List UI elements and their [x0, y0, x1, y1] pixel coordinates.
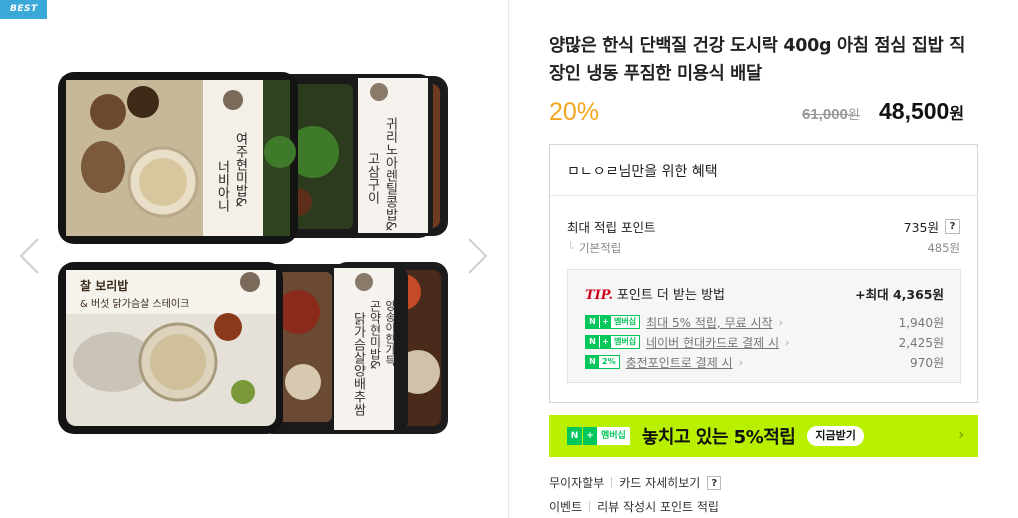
original-price: 61,000원 — [802, 104, 860, 123]
max-points-label: 최대 적립 포인트 — [567, 220, 656, 235]
tip-row: N + 멤버십 네이버 현대카드로 결제 시 › 2,425원 — [585, 334, 944, 350]
discount-rate: 20% — [549, 98, 600, 126]
tip-row: N 2% 충전포인트로 결제 시 › 970원 — [585, 354, 944, 370]
best-badge: BEST — [0, 0, 47, 19]
tip-text: 포인트 더 받는 방법 — [616, 288, 725, 303]
sale-price: 48,500원 — [879, 98, 964, 125]
naver-pay-point-badge: N 2% — [585, 355, 620, 369]
chevron-left-icon — [19, 238, 39, 274]
base-points-label: 기본적립 — [578, 241, 622, 255]
divider — [611, 477, 613, 488]
box1-side-label-2: 너비아니 — [215, 160, 230, 212]
divider — [589, 501, 591, 512]
base-points-value: 485원 — [927, 241, 960, 255]
tip-heading: TIP. 포인트 더 받는 방법 — [585, 284, 725, 303]
tip-value: 1,940원 — [898, 316, 944, 330]
event-link[interactable]: 이벤트 — [549, 498, 582, 515]
box4-side-label-1: 곤약현미밥& — [368, 300, 382, 369]
installment-link[interactable]: 무이자할부 — [549, 474, 604, 491]
box4-side-label-2: 닭가슴살양배추쌈 — [351, 312, 366, 416]
card-detail-link[interactable]: 카드 자세히보기 — [619, 474, 700, 491]
sale-price-unit: 원 — [949, 106, 965, 123]
tip-link[interactable]: 충전포인트로 결제 시 — [626, 354, 733, 371]
product-title: 양많은 한식 단백질 건강 도시락 400g 아침 점심 집밥 직장인 냉동 푸… — [549, 36, 965, 84]
chevron-right-icon: › — [958, 427, 964, 443]
box2-side-label-2: 고삼구이 — [365, 152, 380, 204]
tip-prefix: TIP. — [585, 288, 613, 303]
chevron-right-icon: › — [778, 315, 783, 329]
next-image-button[interactable] — [463, 236, 493, 276]
max-points-row: 최대 적립 포인트 735원 ? — [567, 217, 960, 236]
payment-links: 무이자할부 카드 자세히보기 ? — [549, 474, 722, 491]
product-info: 양많은 한식 단백질 건강 도시락 400g 아침 점심 집밥 직장인 냉동 푸… — [509, 0, 1018, 518]
naver-membership-badge: N + 멤버십 — [567, 427, 630, 445]
tip-value: 970원 — [910, 356, 944, 370]
tip-link[interactable]: 네이버 현대카드로 결제 시 — [646, 334, 779, 351]
product-gallery: BEST 귀리노아렌틸콩밥& 고삼구이 여주현미밥& 너비아니 곤약현미밥& 닭… — [0, 0, 509, 518]
benefit-panel: ㅁㄴㅇㄹ님만을 위한 혜택 최대 적립 포인트 735원 ? └ 기본적립 485… — [549, 144, 978, 403]
benefit-header: ㅁㄴㅇㄹ님만을 위한 혜택 — [550, 145, 977, 196]
tip-value: 2,425원 — [898, 336, 944, 350]
base-points-row: └ 기본적립 485원 — [567, 240, 960, 256]
max-points-value: 735원 — [903, 220, 939, 235]
chevron-right-icon — [468, 238, 488, 274]
box3-title-1: 찰 보리밥 — [80, 278, 128, 293]
product-image[interactable]: 귀리노아렌틸콩밥& 고삼구이 여주현미밥& 너비아니 곤약현미밥& 닭가슴살양배… — [58, 72, 450, 438]
membership-banner[interactable]: N + 멤버십 놓치고 있는 5%적립 지금받기 › — [549, 415, 978, 457]
chevron-right-icon: › — [784, 335, 790, 349]
box3-title-2: & 버섯 닭가슴살 스테이크 — [80, 298, 189, 310]
box2-side-label-1: 귀리노아렌틸콩밥& — [383, 117, 398, 231]
original-price-unit: 원 — [847, 107, 860, 122]
tip-row: N + 멤버십 최대 5% 적립, 무료 시작 › 1,940원 — [585, 314, 944, 330]
naver-membership-badge: N + 멤버십 — [585, 315, 641, 329]
help-icon[interactable]: ? — [707, 475, 722, 490]
get-now-button[interactable]: 지금받기 — [807, 426, 864, 446]
help-icon[interactable]: ? — [945, 219, 960, 234]
sale-price-value: 48,500 — [879, 98, 950, 124]
naver-membership-badge: N + 멤버십 — [585, 335, 641, 349]
tree-branch-icon: └ — [567, 241, 574, 255]
tip-box: TIP. 포인트 더 받는 방법 +최대 4,365원 N + 멤버십 최대 5% 적… — [567, 269, 961, 383]
chevron-right-icon: › — [738, 355, 743, 369]
event-links: 이벤트 리뷰 작성시 포인트 적립 — [549, 498, 719, 515]
original-price-value: 61,000 — [802, 106, 848, 123]
tip-link[interactable]: 최대 5% 적립, 무료 시작 — [646, 314, 772, 331]
banner-text: 놓치고 있는 5%적립 — [641, 427, 796, 448]
review-points-link[interactable]: 리뷰 작성시 포인트 적립 — [597, 498, 719, 515]
box4-side-label-3: 양송이한가득 — [384, 300, 397, 366]
tip-max-points: +최대 4,365원 — [855, 287, 944, 302]
box1-side-label-1: 여주현미밥& — [233, 132, 248, 207]
prev-image-button[interactable] — [14, 236, 44, 276]
